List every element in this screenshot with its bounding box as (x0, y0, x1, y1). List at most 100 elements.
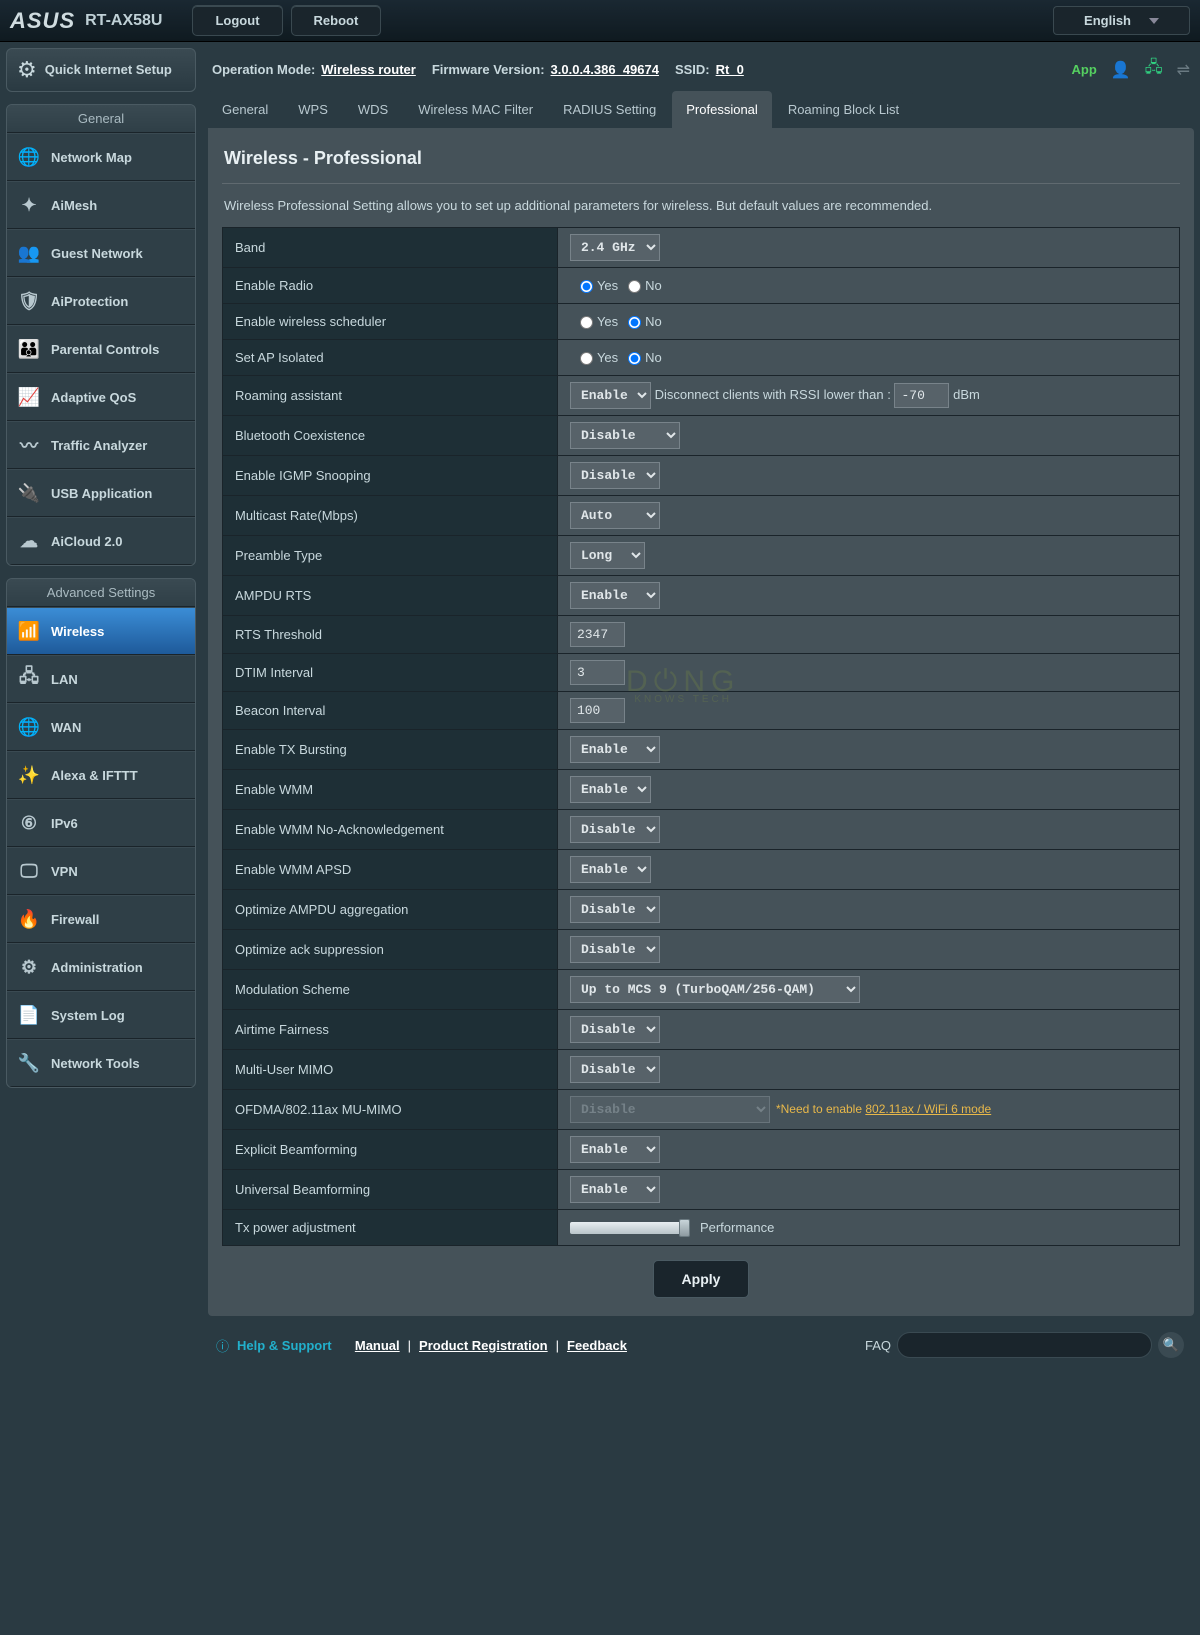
apply-button[interactable]: Apply (653, 1260, 750, 1298)
text-input[interactable] (570, 698, 625, 723)
sidebar-item-traffic-analyzer[interactable]: 〰Traffic Analyzer (7, 421, 195, 469)
app-link[interactable]: App (1072, 62, 1097, 77)
select-input[interactable]: Up to MCS 9 (TurboQAM/256-QAM) (570, 976, 860, 1003)
text-input[interactable] (894, 383, 949, 408)
firewall-icon: 🔥 (17, 907, 41, 931)
sidebar-item-adaptive-qos[interactable]: 📈Adaptive QoS (7, 373, 195, 421)
radio-yes[interactable] (580, 316, 593, 329)
select-input[interactable]: 2.4 GHz (570, 234, 660, 261)
sidebar-item-parental-controls[interactable]: 👪Parental Controls (7, 325, 195, 373)
setting-label: Roaming assistant (223, 376, 558, 416)
sidebar-item-usb-application[interactable]: 🔌USB Application (7, 469, 195, 517)
sidebar-item-guest-network[interactable]: 👥Guest Network (7, 229, 195, 277)
select-input[interactable]: Disable (570, 1056, 660, 1083)
select-input[interactable]: Enable (570, 382, 651, 409)
sidebar-item-label: AiMesh (51, 198, 97, 213)
setting-control-cell: Enable (557, 730, 1179, 770)
network-map-icon: 🌐 (17, 145, 41, 169)
feedback-link[interactable]: Feedback (567, 1338, 627, 1353)
radio-no[interactable] (628, 352, 641, 365)
sidebar-item-label: AiCloud 2.0 (51, 534, 123, 549)
sidebar-item-administration[interactable]: ⚙Administration (7, 943, 195, 991)
text-input[interactable] (570, 622, 625, 647)
sidebar-item-network-map[interactable]: 🌐Network Map (7, 133, 195, 181)
setting-control-cell: Enable (557, 576, 1179, 616)
help-support-link[interactable]: Help & Support (237, 1338, 332, 1353)
select-input[interactable]: Disable (570, 816, 660, 843)
footer: ⓘ Help & Support Manual | Product Regist… (0, 1316, 1200, 1370)
tab-wps[interactable]: WPS (284, 91, 342, 128)
select-input[interactable]: Enable (570, 582, 660, 609)
wifi6-mode-link[interactable]: 802.11ax / WiFi 6 mode (865, 1102, 991, 1116)
select-input[interactable]: Enable (570, 1176, 660, 1203)
vpn-icon: 🖵 (17, 859, 41, 883)
operation-mode-link[interactable]: Wireless router (321, 62, 416, 77)
select-input[interactable]: Enable (570, 736, 660, 763)
tx-power-slider[interactable] (570, 1222, 690, 1234)
manual-link[interactable]: Manual (355, 1338, 400, 1353)
parental-controls-icon: 👪 (17, 337, 41, 361)
select-input[interactable]: Enable (570, 776, 651, 803)
sidebar-item-network-tools[interactable]: 🔧Network Tools (7, 1039, 195, 1087)
tab-radius-setting[interactable]: RADIUS Setting (549, 91, 670, 128)
select-input[interactable]: Enable (570, 1136, 660, 1163)
product-registration-link[interactable]: Product Registration (419, 1338, 548, 1353)
text-input[interactable] (570, 660, 625, 685)
quick-internet-setup[interactable]: ⚙ Quick Internet Setup (6, 48, 196, 92)
select-input[interactable]: Long (570, 542, 645, 569)
sidebar-item-wireless[interactable]: 📶Wireless (7, 607, 195, 655)
select-input[interactable]: Enable (570, 856, 651, 883)
qis-label: Quick Internet Setup (45, 62, 172, 78)
search-button[interactable]: 🔍 (1158, 1332, 1184, 1358)
tab-wireless-mac-filter[interactable]: Wireless MAC Filter (404, 91, 547, 128)
setting-label: Multi-User MIMO (223, 1050, 558, 1090)
sidebar-item-label: Network Tools (51, 1056, 140, 1071)
network-icon[interactable]: 🖧 (1145, 56, 1163, 83)
radio-no[interactable] (628, 316, 641, 329)
sidebar-item-aiprotection[interactable]: 🛡AiProtection (7, 277, 195, 325)
setting-label: Enable IGMP Snooping (223, 456, 558, 496)
radio-yes[interactable] (580, 280, 593, 293)
sidebar-item-label: AiProtection (51, 294, 128, 309)
setting-label: Optimize AMPDU aggregation (223, 890, 558, 930)
usb-icon[interactable]: ⇌ (1177, 60, 1190, 80)
sidebar-item-system-log[interactable]: 📄System Log (7, 991, 195, 1039)
tab-wds[interactable]: WDS (344, 91, 402, 128)
select-input[interactable]: Auto (570, 502, 660, 529)
tab-general[interactable]: General (208, 91, 282, 128)
select-input[interactable]: Disable (570, 936, 660, 963)
settings-table: Band2.4 GHzEnable RadioYesNoEnable wirel… (222, 227, 1180, 1246)
sidebar-item-lan[interactable]: 🖧LAN (7, 655, 195, 703)
aicloud-icon: ☁ (17, 529, 41, 553)
sidebar-item-ipv6[interactable]: ⑥IPv6 (7, 799, 195, 847)
sidebar-item-alexa-ifttt[interactable]: ✨Alexa & IFTTT (7, 751, 195, 799)
radio-no[interactable] (628, 280, 641, 293)
reboot-button[interactable]: Reboot (291, 5, 382, 36)
sidebar: ⚙ Quick Internet Setup General 🌐Network … (6, 48, 196, 1316)
select-input[interactable]: Disable (570, 422, 680, 449)
setting-label: Enable WMM APSD (223, 850, 558, 890)
setting-control-cell: Up to MCS 9 (TurboQAM/256-QAM) (557, 970, 1179, 1010)
faq-search-input[interactable] (897, 1332, 1152, 1358)
language-selector[interactable]: English (1053, 6, 1190, 35)
select-input[interactable]: Disable (570, 462, 660, 489)
logout-button[interactable]: Logout (192, 5, 282, 36)
select-input: Disable (570, 1096, 770, 1123)
user-icon[interactable]: 👤 (1111, 60, 1131, 80)
sidebar-item-wan[interactable]: 🌐WAN (7, 703, 195, 751)
tab-professional[interactable]: Professional (672, 91, 772, 128)
select-input[interactable]: Disable (570, 896, 660, 923)
select-input[interactable]: Disable (570, 1016, 660, 1043)
tab-roaming-block-list[interactable]: Roaming Block List (774, 91, 913, 128)
sidebar-item-firewall[interactable]: 🔥Firewall (7, 895, 195, 943)
setting-label: Enable Radio (223, 268, 558, 304)
sidebar-item-vpn[interactable]: 🖵 VPN (7, 847, 195, 895)
ssid-link[interactable]: Rt_0 (716, 62, 744, 77)
sidebar-item-aicloud[interactable]: ☁ AiCloud 2.0 (7, 517, 195, 565)
setting-label: Modulation Scheme (223, 970, 558, 1010)
sidebar-item-label: VPN (51, 864, 78, 879)
sidebar-item-aimesh[interactable]: ✦AiMesh (7, 181, 195, 229)
radio-yes[interactable] (580, 352, 593, 365)
firmware-link[interactable]: 3.0.0.4.386_49674 (551, 62, 659, 77)
setting-control-cell: Enable (557, 1130, 1179, 1170)
